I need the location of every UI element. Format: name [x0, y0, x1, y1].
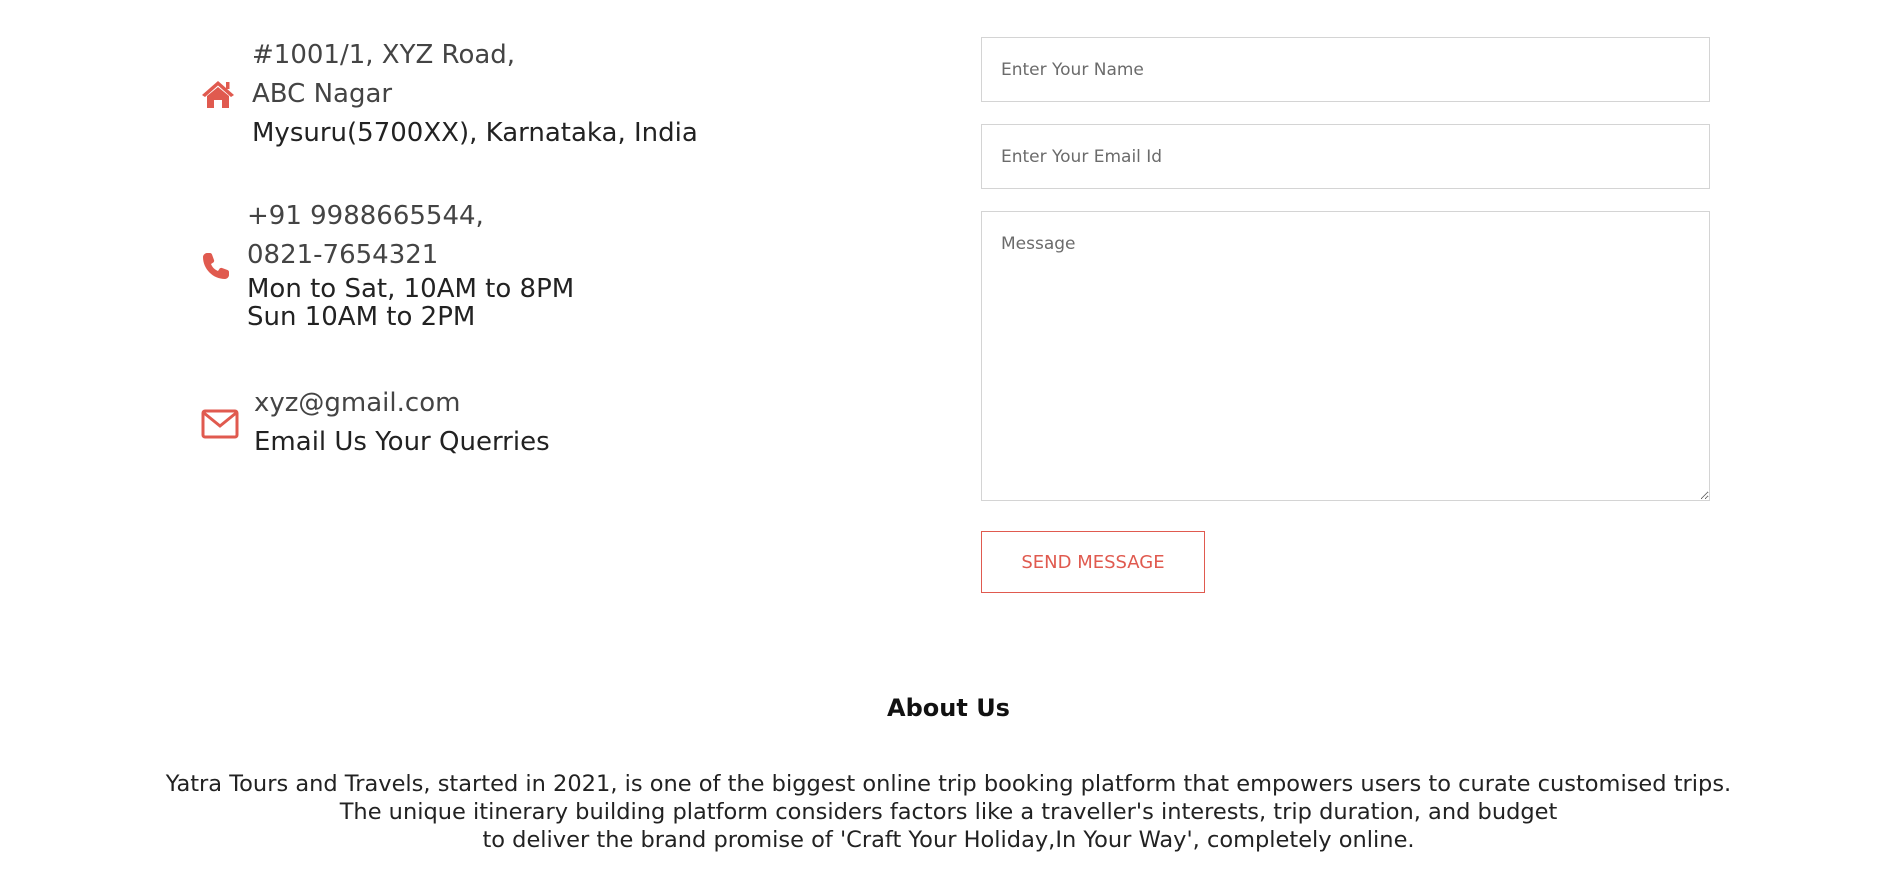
- about-line-2: The unique itinerary building platform c…: [339, 799, 1558, 825]
- address-block: #1001/1, XYZ Road, ABC Nagar Mysuru(5700…: [252, 36, 698, 153]
- about-line-3: to deliver the brand promise of 'Craft Y…: [482, 827, 1415, 853]
- message-textarea[interactable]: [981, 211, 1710, 501]
- email-address: xyz@gmail.com: [254, 388, 461, 418]
- contact-page: #1001/1, XYZ Road, ABC Nagar Mysuru(5700…: [0, 0, 1897, 885]
- about-description: Yatra Tours and Travels, started in 2021…: [0, 770, 1897, 854]
- hours-line-2: Sun 10AM to 2PM: [247, 302, 476, 332]
- address-line-2: ABC Nagar: [252, 79, 393, 109]
- name-input[interactable]: [981, 37, 1710, 102]
- about-line-1: Yatra Tours and Travels, started in 2021…: [165, 771, 1732, 797]
- email-input[interactable]: [981, 124, 1710, 189]
- phone-line-1: +91 9988665544,: [247, 201, 484, 231]
- about-title: About Us: [887, 694, 1010, 722]
- home-icon: [198, 74, 238, 114]
- email-block: xyz@gmail.com Email Us Your Querries: [254, 384, 550, 462]
- address-line-3: Mysuru(5700XX), Karnataka, India: [252, 118, 698, 148]
- hours-line-1: Mon to Sat, 10AM to 8PM: [247, 274, 575, 304]
- envelope-icon: [200, 404, 240, 444]
- send-message-button[interactable]: SEND MESSAGE: [981, 531, 1205, 593]
- email-caption: Email Us Your Querries: [254, 427, 550, 457]
- phone-line-2: 0821-7654321: [247, 240, 439, 270]
- phone-icon: [196, 246, 236, 286]
- phone-block: +91 9988665544, 0821-7654321 Mon to Sat,…: [247, 197, 574, 331]
- address-line-1: #1001/1, XYZ Road,: [252, 40, 516, 70]
